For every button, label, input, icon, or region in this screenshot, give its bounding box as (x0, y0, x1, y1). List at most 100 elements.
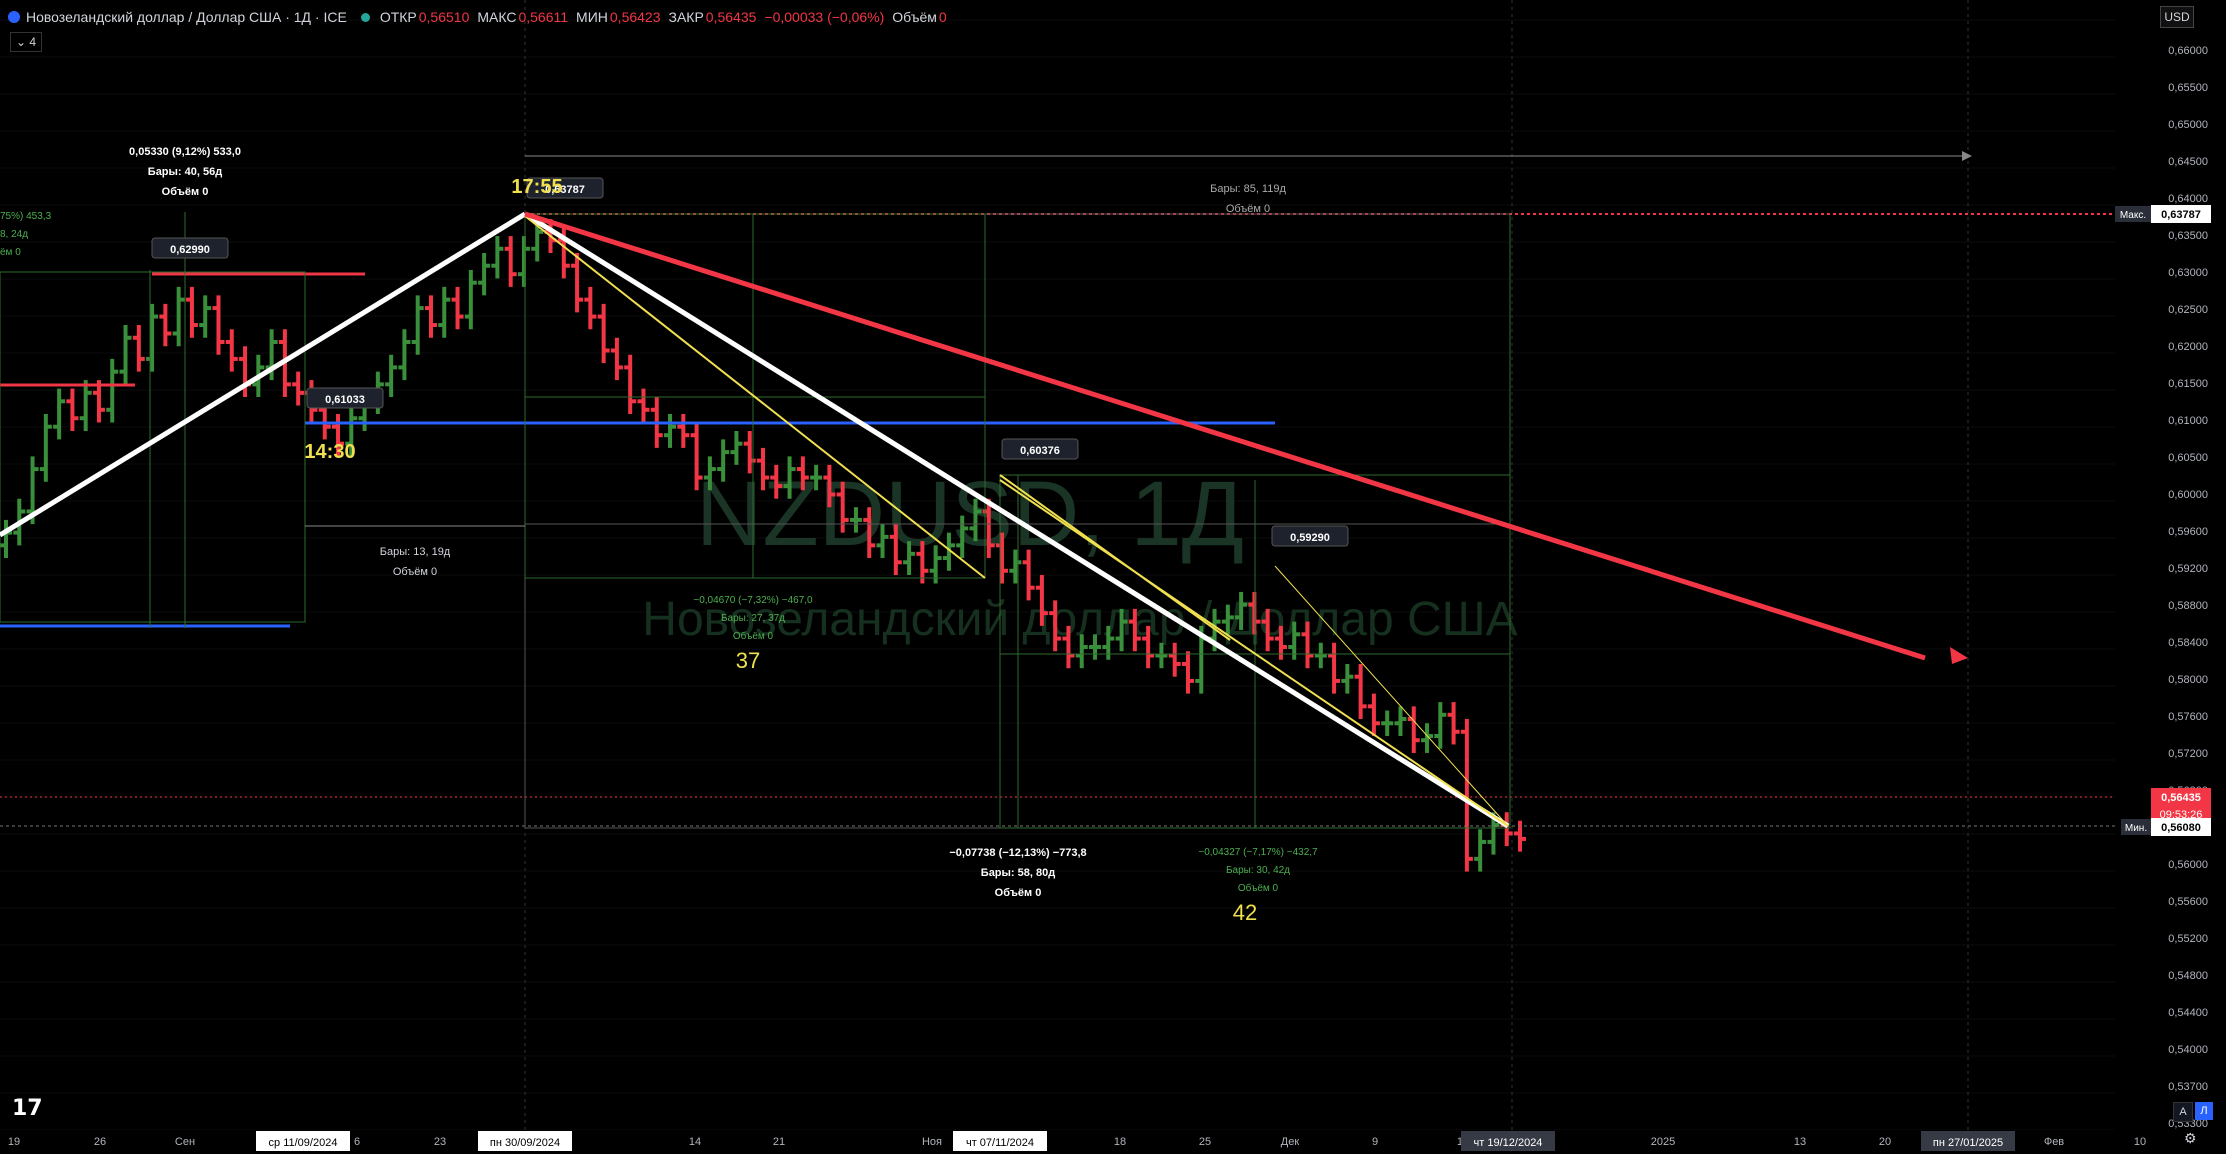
price-tick: 0,58400 (2168, 637, 2208, 649)
price-tick: 0,59200 (2168, 563, 2208, 575)
gear-icon[interactable]: ⚙ (2184, 1130, 2197, 1147)
price-tag-60376: 0,60376 (1020, 445, 1060, 457)
time-tick: 14 (689, 1136, 701, 1148)
log-scale-button[interactable]: Л (2195, 1102, 2213, 1120)
price-tick: 0,54800 (2168, 970, 2208, 982)
left-measure-bars: 8, 24д (0, 229, 28, 240)
time-tick: 21 (773, 1136, 785, 1148)
time-tick: Ноя (922, 1136, 942, 1148)
tradingview-logo[interactable]: 17 (12, 1096, 43, 1121)
measure-2-bars: Бары: 13, 19д (380, 546, 451, 558)
white-trend-line (0, 211, 527, 538)
measure-4-change: −0,07738 (−12,13%) −773,8 (949, 847, 1086, 859)
measure-4-bars: Бары: 58, 80д (981, 867, 1055, 879)
price-tick: 0,59600 (2168, 526, 2208, 538)
time-tick: 19 (8, 1136, 20, 1148)
time-tick: 9 (1372, 1136, 1378, 1148)
change-value: −0,00033 (−0,06%) (764, 9, 885, 25)
currency-button[interactable]: USD (2160, 6, 2194, 28)
high-label: МАКС (477, 9, 517, 25)
price-tag-61033: 0,61033 (325, 394, 365, 406)
time-highlight: чт 19/12/2024 (1474, 1137, 1543, 1149)
market-status-icon (360, 12, 370, 22)
last-price-tag: 0,56435 (2161, 792, 2201, 804)
high-value: 0,56611 (518, 9, 569, 25)
price-tick: 0,62000 (2168, 341, 2208, 353)
yellow-line (999, 479, 1509, 827)
time-highlight: пн 30/09/2024 (490, 1137, 560, 1149)
time-label-1430: 14:30 (304, 441, 355, 463)
min-label: Мин. (2125, 823, 2147, 834)
indicators-toggle[interactable]: ⌄ 4 (10, 32, 43, 52)
time-tick: Сен (175, 1136, 195, 1148)
time-label-1755: 17:55 (511, 176, 562, 198)
price-tag-62990: 0,62990 (170, 244, 210, 256)
price-tick: 0,57200 (2168, 748, 2208, 760)
price-tick: 0,58800 (2168, 600, 2208, 612)
time-highlight: чт 07/11/2024 (966, 1137, 1034, 1149)
price-tick: 0,60500 (2168, 452, 2208, 464)
time-tick: 2025 (1651, 1136, 1675, 1148)
time-tick: 10 (2134, 1136, 2146, 1148)
close-value: 0,56435 (705, 9, 757, 25)
time-tick: 26 (94, 1136, 106, 1148)
price-tick: 0,54400 (2168, 1007, 2208, 1019)
measure-2-volume: Объём 0 (393, 566, 437, 578)
symbol-title[interactable]: Новозеландский доллар / Доллар США · 1Д … (26, 9, 347, 25)
left-measure-volume: ём 0 (0, 247, 21, 258)
symbol-header: Новозеландский доллар / Доллар США · 1Д … (8, 6, 955, 28)
time-tick: 6 (354, 1136, 360, 1148)
time-tick: Дек (1281, 1136, 1300, 1148)
count-label-37: 37 (736, 648, 760, 673)
price-tick: 0,64500 (2168, 156, 2208, 168)
low-value: 0,56423 (609, 9, 661, 25)
time-tick: 13 (1794, 1136, 1806, 1148)
price-tick: 0,53700 (2168, 1081, 2208, 1093)
price-tick: 0,63000 (2168, 267, 2208, 279)
time-tick: 18 (1114, 1136, 1126, 1148)
time-axis: 1926Сен6231421Ноя1825Дек91620251320Фев10… (0, 1130, 2226, 1154)
flag-icon (8, 11, 20, 23)
measure-3-change: −0,04670 (−7,32%) −467,0 (693, 595, 813, 606)
time-tick: 25 (1199, 1136, 1211, 1148)
min-price-tag: 0,56080 (2161, 822, 2201, 834)
open-label: ОТКР (379, 9, 417, 25)
max-price-tag: 0,63787 (2161, 209, 2201, 221)
low-label: МИН (576, 9, 608, 25)
price-tick: 0,57600 (2168, 711, 2208, 723)
price-tick: 0,61500 (2168, 378, 2208, 390)
price-tick: 0,63500 (2168, 230, 2208, 242)
price-tick: 0,55600 (2168, 896, 2208, 908)
measure-5-bars: Бары: 30, 42д (1226, 865, 1290, 876)
price-tick: 0,65000 (2168, 119, 2208, 131)
measure-6-bars: Бары: 85, 119д (1210, 183, 1286, 195)
price-tick: 0,54000 (2168, 1044, 2208, 1056)
auto-scale-button[interactable]: A (2173, 1102, 2193, 1122)
measure-1-change: 0,05330 (9,12%) 533,0 (129, 146, 241, 158)
grid (0, 0, 2115, 1131)
close-label: ЗАКР (668, 9, 704, 25)
measure-6-volume: Объём 0 (1226, 203, 1270, 215)
measure-1-volume: Объём 0 (162, 186, 209, 198)
price-tick: 0,61000 (2168, 415, 2208, 427)
measure-5-volume: Объём 0 (1238, 882, 1279, 894)
price-tick: 0,65500 (2168, 82, 2208, 94)
price-tag-59290: 0,59290 (1290, 532, 1330, 544)
price-tick: 0,56000 (2168, 859, 2208, 871)
time-tick: Фев (2044, 1136, 2064, 1148)
price-tick: 0,64000 (2168, 193, 2208, 205)
time-highlight: ср 11/09/2024 (269, 1137, 338, 1149)
time-tick: 23 (434, 1136, 446, 1148)
volume-value: 0 (938, 9, 947, 25)
price-tick: 0,58000 (2168, 674, 2208, 686)
measure-3-bars: Бары: 27, 37д (721, 613, 785, 624)
measure-4-volume: Объём 0 (995, 887, 1042, 899)
volume-label: Объём (892, 9, 937, 25)
price-chart[interactable]: NZDUSD, 1Д Новозеландский доллар / Долла… (0, 0, 2226, 1154)
measure-5-change: −0,04327 (−7,17%) −432,7 (1198, 847, 1318, 858)
price-tick: 0,60000 (2168, 489, 2208, 501)
price-tick: 0,66000 (2168, 45, 2208, 57)
time-highlight: пн 27/01/2025 (1933, 1137, 2003, 1149)
price-tick: 0,62500 (2168, 304, 2208, 316)
range-arrow-head (1962, 151, 1972, 161)
